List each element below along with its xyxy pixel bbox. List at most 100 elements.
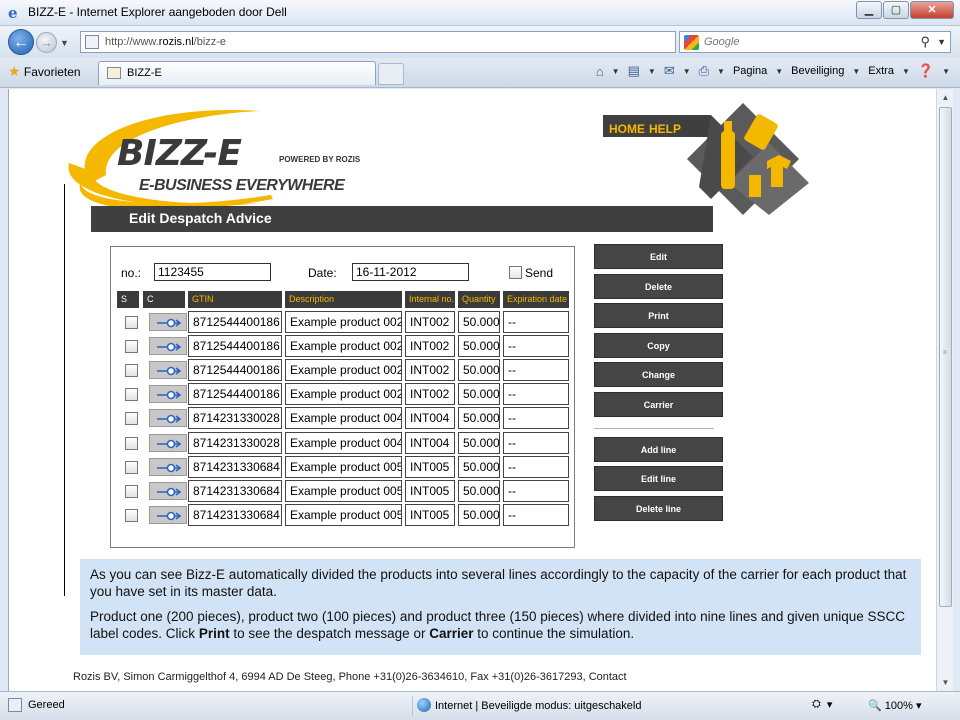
cell-expiration: -- xyxy=(503,359,569,382)
title-bar: e BIZZ-E - Internet Explorer aangeboden … xyxy=(0,0,960,26)
row-select-checkbox[interactable] xyxy=(125,460,138,474)
bizz-e-logo[interactable]: BIZZ-E POWERED BY ROZIS E-BUSINESS EVERY… xyxy=(61,103,381,213)
status-bar: Gereed Internet | Beveiligde modus: uitg… xyxy=(0,691,960,720)
carrier-link-button[interactable] xyxy=(149,481,187,500)
print-icon[interactable]: ⎙ xyxy=(699,63,709,79)
cell-quantity: 50.000 xyxy=(458,503,500,526)
edit-line-button[interactable]: Edit line xyxy=(594,466,723,491)
despatch-form: no.: Date: Send S C GTIN Description Int… xyxy=(110,246,575,548)
search-input[interactable]: Google ⚲ ▼ xyxy=(679,31,951,53)
cell-description: Example product 002 xyxy=(285,335,402,358)
protected-mode-icon[interactable]: ⛭ xyxy=(812,698,821,711)
copy-button[interactable]: Copy xyxy=(594,333,723,358)
add-line-button[interactable]: Add line xyxy=(594,437,723,462)
zoom-control[interactable]: 🔍 100% ▾ xyxy=(868,699,921,712)
column-header-gtin: GTIN xyxy=(188,291,282,308)
help-link[interactable]: HELP xyxy=(649,122,681,136)
extra-menu[interactable]: Extra xyxy=(868,65,894,77)
forward-button[interactable]: → xyxy=(36,32,57,53)
cell-quantity: 50.000 xyxy=(458,455,500,478)
help-icon[interactable]: ❓ xyxy=(918,63,934,79)
url-field[interactable]: http://www.rozis.nl/bizz-e ▼ ⇆ ✕ xyxy=(80,31,748,53)
no-input[interactable] xyxy=(154,263,271,281)
window-controls: ▁ ▢ ✕ xyxy=(855,1,954,19)
address-bar: ← → ▼ http://www.rozis.nl/bizz-e ▼ ⇆ ✕ G… xyxy=(0,26,960,58)
security-menu[interactable]: Beveiliging xyxy=(791,65,844,77)
page-icon xyxy=(85,35,99,49)
carrier-link-button[interactable] xyxy=(149,433,187,452)
row-select-checkbox[interactable] xyxy=(125,508,138,522)
vertical-scrollbar[interactable]: ▲ ≡ ▼ xyxy=(936,89,953,691)
tab-bizz-e[interactable]: BIZZ-E xyxy=(98,61,376,85)
table-row: 8714231330028 Example product 004 INT004 50… xyxy=(117,407,569,430)
table-row: 8712544400186 Example product 002 INT002 50… xyxy=(117,383,569,406)
cell-expiration: -- xyxy=(503,503,569,526)
status-text: Gereed xyxy=(28,699,65,711)
carrier-link-button[interactable] xyxy=(149,409,187,428)
cell-quantity: 50.000 xyxy=(458,311,500,333)
home-link[interactable]: HOME xyxy=(609,122,645,136)
command-bar: ⌂ ▼ ▤ ▼ ✉ ▼ ⎙ ▼ Pagina ▼ Beveiliging ▼ Extra ▼ … xyxy=(595,63,950,79)
cell-quantity: 50.000 xyxy=(458,479,500,502)
search-icon[interactable]: ⚲ xyxy=(920,34,930,50)
history-dropdown-icon[interactable]: ▼ xyxy=(60,38,69,48)
maximize-button[interactable]: ▢ xyxy=(883,1,909,19)
ie-icon: e xyxy=(8,4,18,22)
column-header-quantity: Quantity xyxy=(458,291,500,308)
globe-icon xyxy=(417,698,431,712)
row-select-checkbox[interactable] xyxy=(125,484,138,498)
carrier-link-button[interactable] xyxy=(149,337,187,356)
home-icon[interactable]: ⌂ xyxy=(596,64,604,79)
cell-description: Example product 002 xyxy=(285,383,402,406)
print-button[interactable]: Print xyxy=(594,303,723,328)
mail-icon[interactable]: ✉ xyxy=(664,63,675,79)
info-paragraph-2: Product one (200 pieces), product two (1… xyxy=(90,609,905,641)
security-zone[interactable]: Internet | Beveiligde modus: uitgeschake… xyxy=(412,696,651,716)
page-content: BIZZ-E POWERED BY ROZIS E-BUSINESS EVERY… xyxy=(8,89,936,691)
connector-arrow-icon xyxy=(157,439,182,448)
change-button[interactable]: Change xyxy=(594,362,723,387)
delete-line-button[interactable]: Delete line xyxy=(594,496,723,521)
close-button[interactable]: ✕ xyxy=(910,1,954,19)
table-row: 8712544400186 Example product 002 INT002 50… xyxy=(117,335,569,358)
carrier-button[interactable]: Carrier xyxy=(594,392,723,417)
cell-gtin: 8714231330028 xyxy=(188,407,282,430)
edit-button[interactable]: Edit xyxy=(594,244,723,269)
page-icon xyxy=(8,698,22,712)
carrier-link-button[interactable] xyxy=(149,313,187,331)
row-select-checkbox[interactable] xyxy=(125,388,138,402)
minimize-button[interactable]: ▁ xyxy=(856,1,882,19)
delete-button[interactable]: Delete xyxy=(594,274,723,299)
cell-description: Example product 005 xyxy=(285,479,402,502)
row-select-checkbox[interactable] xyxy=(125,340,138,354)
cell-expiration: -- xyxy=(503,335,569,358)
page-title: Edit Despatch Advice xyxy=(129,210,272,226)
new-tab-button[interactable] xyxy=(378,63,404,85)
scroll-thumb[interactable]: ≡ xyxy=(939,107,952,607)
search-dropdown-icon[interactable]: ▼ xyxy=(937,37,946,47)
feeds-icon[interactable]: ▤ xyxy=(628,63,640,79)
send-checkbox[interactable] xyxy=(509,266,522,279)
row-select-checkbox[interactable] xyxy=(125,412,138,426)
back-button[interactable]: ← xyxy=(8,29,34,55)
cell-internal-no: INT005 xyxy=(405,455,455,478)
row-select-checkbox[interactable] xyxy=(125,364,138,378)
product-diamonds-icon xyxy=(603,103,809,215)
search-placeholder: Google xyxy=(704,36,740,48)
google-icon xyxy=(684,35,699,50)
cell-gtin: 8714231330684 xyxy=(188,503,282,526)
date-input[interactable] xyxy=(352,263,469,281)
page-menu[interactable]: Pagina xyxy=(733,65,767,77)
scroll-down-icon[interactable]: ▼ xyxy=(937,674,954,691)
favorites-button[interactable]: ★ Favorieten xyxy=(8,63,81,83)
carrier-link-button[interactable] xyxy=(149,505,187,524)
row-select-checkbox[interactable] xyxy=(125,316,138,329)
carrier-link-button[interactable] xyxy=(149,385,187,404)
date-label: Date: xyxy=(308,266,337,280)
carrier-link-button[interactable] xyxy=(149,361,187,380)
carrier-link-button[interactable] xyxy=(149,457,187,476)
scroll-up-icon[interactable]: ▲ xyxy=(937,89,954,106)
cell-gtin: 8714231330028 xyxy=(188,431,282,454)
cell-internal-no: INT002 xyxy=(405,335,455,358)
row-select-checkbox[interactable] xyxy=(125,436,138,450)
